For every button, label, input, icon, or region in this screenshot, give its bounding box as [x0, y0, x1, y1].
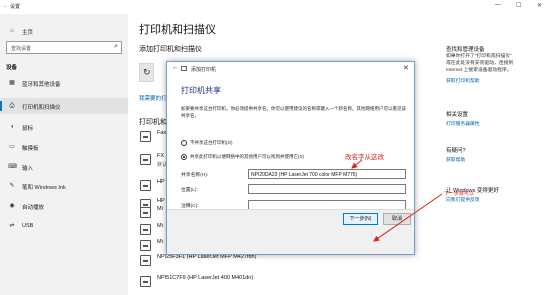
annotation-arrows [351, 159, 443, 242]
next-step-arrow [373, 193, 443, 242]
rename-arrow [351, 159, 363, 169]
